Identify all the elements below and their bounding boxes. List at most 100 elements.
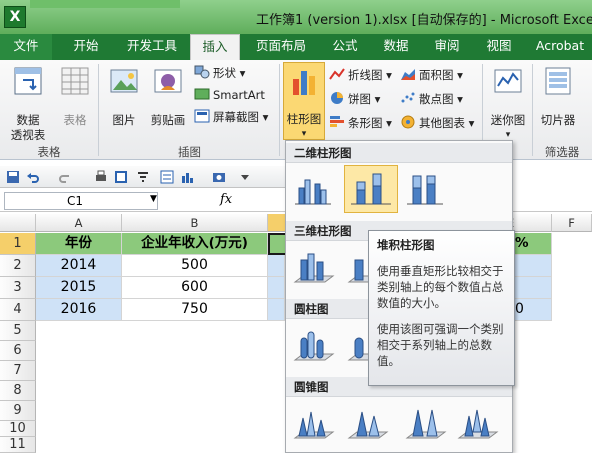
tab-formulas[interactable]: 公式	[322, 34, 368, 60]
other-charts-button[interactable]: 其他图表 ▾	[400, 112, 474, 134]
select-all-corner[interactable]	[0, 214, 36, 232]
other-charts-label: 其他图表	[419, 116, 465, 130]
cell-c2[interactable]	[268, 255, 285, 277]
camera-icon[interactable]	[212, 170, 226, 184]
name-box-dropdown-icon[interactable]: ▼	[150, 194, 157, 204]
column-header-f[interactable]: F	[552, 214, 592, 232]
3d-cone-option[interactable]	[454, 401, 500, 445]
3d-clustered-column-option[interactable]	[290, 245, 336, 289]
preview-icon[interactable]	[114, 170, 128, 184]
smartart-button[interactable]: SmartArt	[194, 84, 265, 106]
row-header[interactable]: 9	[0, 401, 36, 421]
table-icon	[61, 67, 89, 95]
screenshot-button[interactable]: 屏幕截图 ▾	[194, 106, 268, 128]
clustered-cylinder-icon	[293, 331, 335, 361]
row-header[interactable]: 6	[0, 341, 36, 361]
save-icon[interactable]	[6, 170, 20, 184]
cell-a3[interactable]: 2015	[36, 277, 122, 299]
redo-icon[interactable]	[58, 170, 72, 184]
cell-e3[interactable]	[515, 277, 552, 299]
picture-button[interactable]: 图片	[104, 66, 144, 128]
cell-c4[interactable]	[268, 299, 285, 321]
insert-function-button[interactable]: fx	[220, 192, 232, 207]
cell-e4[interactable]: 0	[515, 299, 552, 321]
pivot-table-button[interactable]: 数据 透视表	[4, 66, 52, 143]
cell-a4[interactable]: 2016	[36, 299, 122, 321]
line-chart-label: 折线图	[348, 68, 383, 82]
stacked-column-option[interactable]	[344, 165, 398, 213]
cell-b4[interactable]: 750	[122, 299, 268, 321]
clustered-column-option[interactable]	[290, 167, 336, 211]
tab-page-layout[interactable]: 页面布局	[248, 34, 314, 60]
column-header-b[interactable]: B	[122, 214, 268, 232]
row-header[interactable]: 2	[0, 255, 36, 277]
sparkline-icon	[494, 69, 522, 93]
row-header[interactable]: 8	[0, 381, 36, 401]
tab-insert[interactable]: 插入	[190, 34, 240, 60]
print-icon[interactable]	[94, 170, 108, 184]
tooltip-description: 使用垂直矩形比较相交于类别轴上的每个数值占总数值的大小。	[377, 264, 504, 310]
clustered-cone-option[interactable]	[290, 401, 336, 445]
tooltip-usage: 使用该图可强调一个类别相交于系列轴上的总数值。	[377, 322, 504, 368]
row-header[interactable]: 3	[0, 277, 36, 299]
row-header[interactable]: 10	[0, 421, 36, 437]
name-box[interactable]: C1	[4, 192, 158, 210]
undo-icon[interactable]	[26, 170, 40, 184]
row-header[interactable]: 7	[0, 361, 36, 381]
percent-stacked-column-option[interactable]	[402, 167, 448, 211]
window-title: 工作簿1 (version 1).xlsx [自动保存的] - Microsof…	[256, 13, 592, 28]
percent-stacked-cone-option[interactable]	[402, 401, 448, 445]
cell-c3[interactable]	[268, 277, 285, 299]
picture-label: 图片	[112, 113, 136, 127]
tab-file[interactable]: 文件	[0, 34, 52, 60]
quick-access-toolbar	[0, 166, 285, 188]
customize-toolbar-icon[interactable]	[238, 170, 252, 184]
sort-icon[interactable]	[136, 170, 150, 184]
area-chart-button[interactable]: 面积图 ▾	[400, 64, 463, 86]
clipart-icon	[154, 69, 182, 93]
cell-b1[interactable]: 企业年收入(万元)	[122, 233, 268, 255]
group-label-filters: 筛选器	[544, 145, 580, 159]
sparkline-button[interactable]: 迷你图 ▾	[486, 66, 530, 143]
slicer-button[interactable]: 切片器	[536, 66, 580, 128]
chart-wizard-icon[interactable]	[180, 170, 194, 184]
bar-chart-button[interactable]: 条形图 ▾	[329, 112, 392, 134]
row-header[interactable]: 4	[0, 299, 36, 321]
column-header-a[interactable]: A	[36, 214, 122, 232]
cell-e1[interactable]: %	[515, 233, 552, 255]
clustered-cylinder-option[interactable]	[290, 323, 336, 367]
tab-data[interactable]: 数据	[372, 34, 420, 60]
excel-app-icon[interactable]: X	[4, 6, 26, 28]
shapes-button[interactable]: 形状 ▾	[194, 62, 245, 84]
tab-developer[interactable]: 开发工具	[118, 34, 186, 60]
form-icon[interactable]	[160, 170, 174, 184]
cell-e2[interactable]	[515, 255, 552, 277]
clipart-button[interactable]: 剪贴画	[146, 66, 190, 128]
tab-view[interactable]: 视图	[476, 34, 522, 60]
scatter-chart-icon	[401, 92, 415, 103]
tab-acrobat[interactable]: Acrobat	[528, 34, 592, 60]
ribbon-tabs: 文件 开始 开发工具 插入 页面布局 公式 数据 审阅 视图 Acrobat	[0, 34, 592, 60]
scatter-chart-button[interactable]: 散点图 ▾	[400, 88, 463, 110]
table-button[interactable]: 表格	[56, 66, 94, 128]
tab-home[interactable]: 开始	[60, 34, 112, 60]
bar-chart-icon	[330, 116, 344, 127]
line-chart-button[interactable]: 折线图 ▾	[329, 64, 392, 86]
cell-b2[interactable]: 500	[122, 255, 268, 277]
row-header[interactable]: 5	[0, 321, 36, 341]
tab-review[interactable]: 审阅	[424, 34, 470, 60]
group-label-tables: 表格	[37, 145, 61, 159]
pie-chart-button[interactable]: 饼图 ▾	[329, 88, 380, 110]
cell-b3[interactable]: 600	[122, 277, 268, 299]
chart-type-tooltip: 堆积柱形图 使用垂直矩形比较相交于类别轴上的每个数值占总数值的大小。 使用该图可…	[368, 230, 515, 386]
row-header[interactable]: 1	[0, 233, 36, 255]
cell-a1[interactable]: 年份	[36, 233, 122, 255]
line-chart-icon	[329, 68, 345, 80]
3d-clustered-column-icon	[293, 253, 335, 283]
column-chart-button[interactable]: 柱形图 ▾	[283, 62, 325, 140]
area-chart-label: 面积图	[419, 68, 454, 82]
row-header[interactable]: 11	[0, 437, 36, 453]
cell-a2[interactable]: 2014	[36, 255, 122, 277]
stacked-column-icon	[351, 173, 391, 205]
stacked-cone-option[interactable]	[344, 401, 390, 445]
